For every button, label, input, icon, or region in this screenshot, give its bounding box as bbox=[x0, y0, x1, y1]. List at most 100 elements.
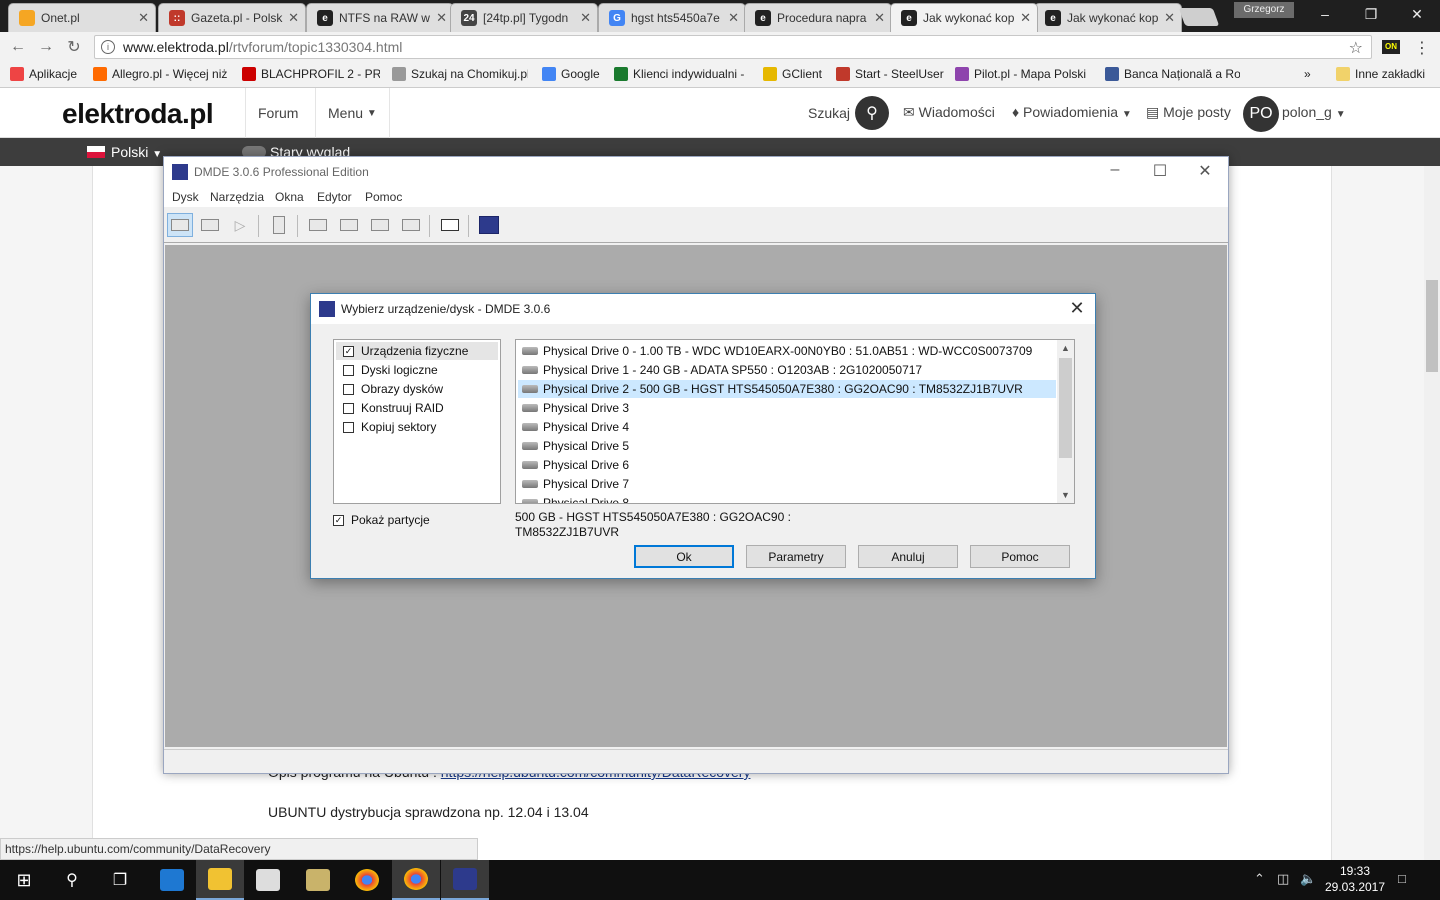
close-tab-icon[interactable]: ✕ bbox=[874, 10, 885, 26]
clock[interactable]: 19:33 29.03.2017 bbox=[1322, 863, 1388, 895]
nav-forum[interactable]: Forum bbox=[245, 88, 310, 138]
close-tab-icon[interactable]: ✕ bbox=[436, 10, 447, 26]
dmde-taskbar-icon[interactable] bbox=[441, 860, 489, 900]
close-icon[interactable]: ✕ bbox=[1190, 161, 1220, 183]
my-posts-link[interactable]: ▤ Moje posty bbox=[1146, 104, 1231, 121]
bookmark-item[interactable]: Pilot.pl - Mapa Polski bbox=[955, 67, 1086, 81]
close-tab-icon[interactable]: ✕ bbox=[580, 10, 591, 26]
category-checkbox[interactable] bbox=[343, 364, 354, 376]
menu-edytor[interactable]: Edytor bbox=[317, 190, 352, 204]
restore-icon[interactable]: ❐ bbox=[1348, 2, 1394, 26]
page-scrollbar-thumb[interactable] bbox=[1426, 280, 1438, 372]
page-scrollbar[interactable] bbox=[1424, 166, 1440, 860]
notification-center-icon[interactable]: □ bbox=[1398, 871, 1406, 886]
start-button[interactable]: ⊞ bbox=[0, 860, 48, 900]
new-tab-button[interactable] bbox=[1178, 8, 1220, 26]
profile-button[interactable]: Grzegorz bbox=[1234, 2, 1294, 18]
category-checkbox[interactable] bbox=[343, 421, 354, 433]
drive-list-item[interactable]: Physical Drive 6 bbox=[518, 456, 1056, 474]
category-checkbox[interactable] bbox=[343, 402, 354, 414]
browser-tab[interactable]: e Jak wykonać kop ✕ bbox=[890, 3, 1038, 32]
category-checkbox[interactable]: ✓ bbox=[343, 345, 354, 357]
close-tab-icon[interactable]: ✕ bbox=[1020, 10, 1031, 26]
avatar[interactable]: PO bbox=[1243, 96, 1279, 132]
bookmark-item[interactable]: Szukaj na Chomikuj.pl bbox=[392, 67, 528, 81]
drive-list-item[interactable]: Physical Drive 7 bbox=[518, 475, 1056, 493]
browser-tab[interactable]: :: Gazeta.pl - Polsk ✕ bbox=[158, 3, 306, 32]
maximize-icon[interactable]: ☐ bbox=[1145, 161, 1175, 183]
tree-view-icon[interactable] bbox=[305, 213, 331, 237]
back-icon[interactable]: ← bbox=[4, 38, 32, 56]
chrome-active-icon[interactable] bbox=[392, 860, 440, 900]
details-view-icon[interactable] bbox=[367, 213, 393, 237]
info-icon[interactable]: i bbox=[101, 40, 115, 54]
task-view-icon[interactable]: ❐ bbox=[96, 860, 144, 900]
close-icon[interactable]: ✕ bbox=[1065, 297, 1089, 321]
more-bookmarks-button[interactable]: » bbox=[1304, 67, 1311, 81]
close-window-icon[interactable]: ✕ bbox=[1394, 2, 1440, 26]
dmde-logo-tool-icon[interactable] bbox=[476, 213, 502, 237]
windows-icon[interactable] bbox=[437, 213, 463, 237]
store-icon[interactable] bbox=[244, 860, 292, 900]
drive-list-item[interactable]: Physical Drive 0 - 1.00 TB - WDC WD10EAR… bbox=[518, 342, 1056, 360]
category-checkbox[interactable] bbox=[343, 383, 354, 395]
tray-expand-icon[interactable]: ⌃ bbox=[1254, 871, 1265, 887]
notifications-link[interactable]: ♦ Powiadomienia ▼ bbox=[1012, 104, 1132, 120]
minimize-icon[interactable]: – bbox=[1100, 161, 1130, 183]
user-menu[interactable]: polon_g ▼ bbox=[1282, 104, 1346, 120]
browser-tab[interactable]: Ghgst hts5450a7e ✕ bbox=[598, 3, 746, 32]
nav-menu[interactable]: Menu ▼ bbox=[315, 88, 390, 138]
dialog-titlebar[interactable]: Wybierz urządzenie/dysk - DMDE 3.0.6 ✕ bbox=[311, 294, 1095, 324]
bookmark-item[interactable]: BLACHPROFIL 2 - PRO bbox=[242, 67, 380, 81]
find-icon[interactable] bbox=[398, 213, 424, 237]
browser-tab[interactable]: 24 [24tp.pl] Tygodn ✕ bbox=[450, 3, 598, 32]
ok-button[interactable]: Ok bbox=[634, 545, 734, 568]
category-item[interactable]: Obrazy dysków bbox=[336, 380, 498, 398]
browser-tab[interactable]: Onet.pl ✕ bbox=[8, 3, 156, 32]
scroll-up-icon[interactable]: ▲ bbox=[1057, 340, 1074, 356]
chrome-menu-icon[interactable]: ⋮ bbox=[1414, 38, 1430, 58]
select-drive-tool-icon[interactable] bbox=[167, 213, 193, 237]
close-tab-icon[interactable]: ✕ bbox=[1164, 10, 1175, 26]
bookmark-item[interactable]: Allegro.pl - Więcej niż bbox=[93, 67, 227, 81]
parameters-button[interactable]: Parametry bbox=[746, 545, 846, 568]
language-selector[interactable]: Polski ▼ bbox=[111, 144, 162, 160]
menu-okna[interactable]: Okna bbox=[275, 190, 304, 204]
volume-icon[interactable]: 🔈 bbox=[1300, 871, 1316, 887]
close-tab-icon[interactable]: ✕ bbox=[728, 10, 739, 26]
address-bar[interactable]: i www.elektroda.pl/rtvforum/topic1330304… bbox=[94, 35, 1372, 59]
menu-narzedzia[interactable]: Narzędzia bbox=[210, 190, 264, 204]
menu-dysk[interactable]: Dysk bbox=[172, 190, 199, 204]
dmde-titlebar[interactable]: DMDE 3.0.6 Professional Edition – ☐ ✕ bbox=[164, 157, 1228, 187]
category-item[interactable]: Konstruuj RAID bbox=[336, 399, 498, 417]
show-partitions-checkbox[interactable]: ✓ bbox=[333, 514, 344, 526]
browser-tab[interactable]: e Procedura napra ✕ bbox=[744, 3, 892, 32]
drive-list-item[interactable]: Physical Drive 1 - 240 GB - ADATA SP550 … bbox=[518, 361, 1056, 379]
drive-list-item[interactable]: Physical Drive 5 bbox=[518, 437, 1056, 455]
bookmark-item[interactable]: Start - SteelUser bbox=[836, 67, 944, 81]
bookmark-item[interactable]: Google bbox=[542, 67, 600, 81]
browser-tab[interactable]: e NTFS na RAW w ✕ bbox=[306, 3, 454, 32]
bookmark-star-icon[interactable]: ☆ bbox=[1349, 38, 1363, 58]
drive-list-item[interactable]: Physical Drive 8 bbox=[518, 494, 1056, 503]
edge-icon[interactable] bbox=[148, 860, 196, 900]
bookmark-item[interactable]: Aplikacje bbox=[10, 67, 77, 81]
network-icon[interactable]: ◫ bbox=[1277, 871, 1289, 887]
forward-icon[interactable]: → bbox=[32, 38, 60, 56]
cancel-button[interactable]: Anuluj bbox=[858, 545, 958, 568]
drive-list-item[interactable]: Physical Drive 4 bbox=[518, 418, 1056, 436]
minimize-icon[interactable]: – bbox=[1302, 2, 1348, 26]
show-partitions-option[interactable]: ✓ Pokaż partycje bbox=[333, 513, 430, 527]
partitions-tool-icon[interactable] bbox=[197, 213, 223, 237]
chrome-icon[interactable] bbox=[343, 860, 391, 900]
site-logo[interactable]: elektroda.pl bbox=[62, 98, 214, 130]
scroll-down-icon[interactable]: ▼ bbox=[1057, 487, 1074, 503]
drive-list-item[interactable]: Physical Drive 2 - 500 GB - HGST HTS5450… bbox=[518, 380, 1056, 398]
drive-list-scrollbar[interactable]: ▲ ▼ bbox=[1057, 340, 1074, 503]
close-tab-icon[interactable]: ✕ bbox=[138, 10, 149, 26]
category-item[interactable]: Dyski logiczne bbox=[336, 361, 498, 379]
file-explorer-icon[interactable] bbox=[196, 860, 244, 900]
help-button[interactable]: Pomoc bbox=[970, 545, 1070, 568]
category-item[interactable]: ✓ Urządzenia fizyczne bbox=[336, 342, 498, 360]
new-file-icon[interactable] bbox=[266, 213, 292, 237]
